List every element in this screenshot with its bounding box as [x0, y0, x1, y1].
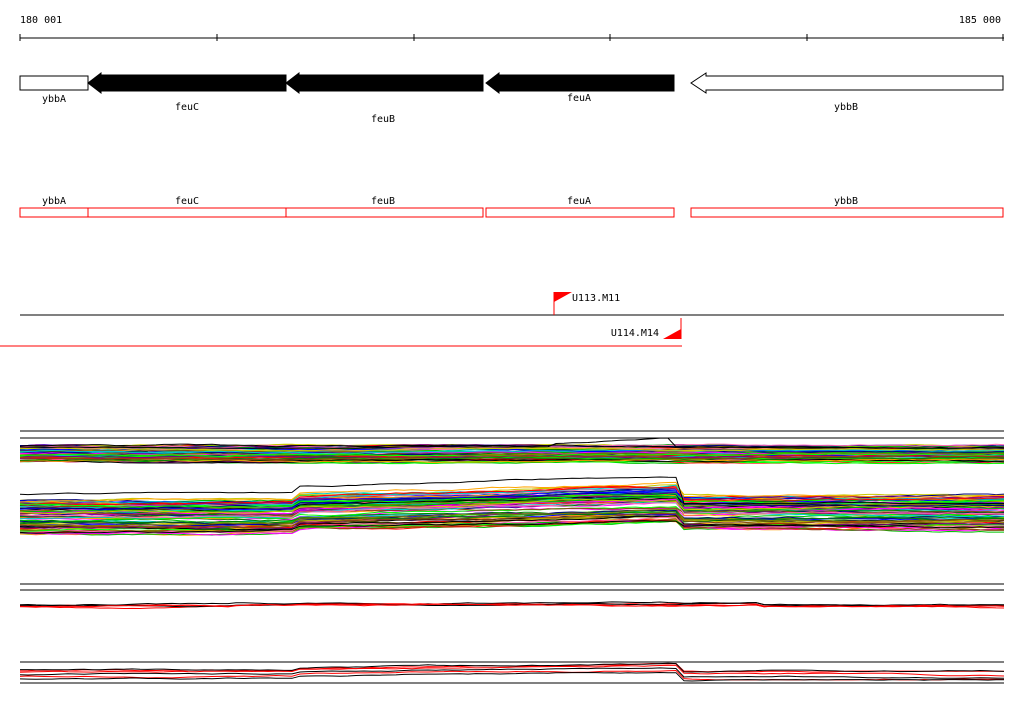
transcript-label-feuC: feuC: [175, 196, 199, 207]
transcript-label-ybbA: ybbA: [42, 196, 66, 207]
ruler-start-label: 180 001: [20, 15, 62, 26]
promoter-label: U113.M11: [572, 293, 620, 304]
gene-label-feuA: feuA: [567, 93, 591, 104]
gene-arrow-ybbB[interactable]: [690, 72, 1004, 94]
promoter-track: U113.M11 U114.M14: [0, 292, 1004, 347]
gene-arrow-feuC[interactable]: [87, 71, 287, 95]
promoter-flag-icon: [554, 292, 572, 302]
gene-arrow-feuA[interactable]: [485, 71, 675, 95]
gene-label-feuB: feuB: [371, 114, 395, 125]
transcript-label-ybbB: ybbB: [834, 196, 858, 207]
expression-panel-selected-lower: [19, 661, 1005, 684]
gene-arrow-ybbA[interactable]: [19, 75, 89, 91]
transcript-label-feuA: feuA: [567, 196, 591, 207]
gene-label-ybbB: ybbB: [834, 102, 858, 113]
genome-browser: 180 001 185 000 ybbA feuC feuB feuA ybbB…: [0, 15, 1005, 684]
coordinate-ruler: 180 001 185 000: [19, 15, 1004, 41]
transcript-box-feuB[interactable]: [285, 207, 484, 218]
transcript-box-ybbB[interactable]: [690, 207, 1004, 218]
promoter-U113-M11[interactable]: U113.M11: [553, 292, 620, 315]
promoter-U114-M14[interactable]: U114.M14: [611, 318, 682, 339]
transcript-box-ybbA[interactable]: [19, 207, 89, 218]
ruler-end-label: 185 000: [959, 15, 1001, 26]
gene-label-ybbA: ybbA: [42, 94, 66, 105]
transcript-box-feuA[interactable]: [485, 207, 675, 218]
promoter-flag-icon: [663, 329, 681, 339]
gene-label-feuC: feuC: [175, 102, 199, 113]
gene-arrow-feuB[interactable]: [285, 71, 484, 95]
gene-track: ybbA feuC feuB feuA ybbB: [19, 71, 1004, 125]
expression-panel-multi-upper: [19, 430, 1005, 465]
transcript-label-feuB: feuB: [371, 196, 395, 207]
transcript-box-feuC[interactable]: [87, 207, 287, 218]
transcript-track: ybbA feuC feuB feuA ybbB: [19, 196, 1004, 218]
expression-panel-selected-upper: [19, 601, 1005, 610]
expression-trace: [19, 662, 1005, 673]
expression-panel-multi-lower: [19, 476, 1005, 536]
promoter-label: U114.M14: [611, 328, 659, 339]
